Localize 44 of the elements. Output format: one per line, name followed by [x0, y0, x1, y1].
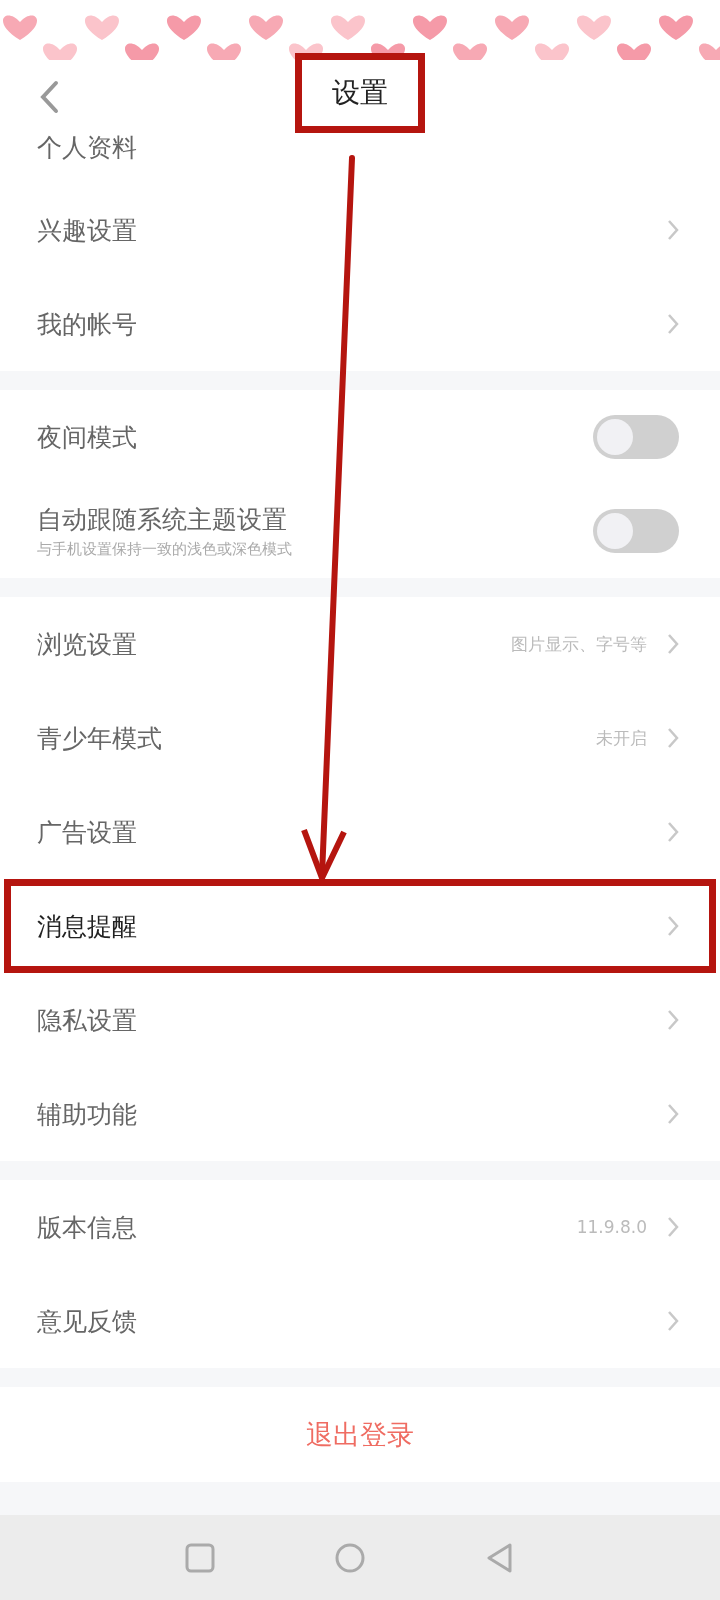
settings-row[interactable]: 青少年模式 未开启 — [4, 691, 716, 785]
row-label: 版本信息 — [37, 1211, 138, 1244]
logout-button[interactable]: 退出登录 — [300, 1415, 420, 1454]
page-title: 设置 — [295, 53, 425, 133]
settings-row[interactable]: 自动跟随系统主题设置 与手机设置保持一致的浅色或深色模式 — [4, 484, 716, 578]
toggle-switch[interactable] — [593, 509, 679, 553]
settings-row[interactable]: 消息提醒 — [4, 879, 716, 973]
row-value: 未开启 — [596, 726, 647, 750]
row-label: 夜间模式 — [37, 421, 138, 454]
row-label: 自动跟随系统主题设置 — [37, 504, 288, 536]
chevron-icon — [667, 1216, 679, 1238]
row-label: 个人资料 — [37, 133, 138, 164]
row-subtitle: 与手机设置保持一致的浅色或深色模式 — [37, 540, 293, 559]
settings-row[interactable]: 辅助功能 — [4, 1067, 716, 1161]
chevron-icon — [667, 1310, 679, 1332]
row-label: 意见反馈 — [37, 1305, 138, 1338]
row-label: 浏览设置 — [37, 628, 138, 661]
chevron-icon — [667, 633, 679, 655]
row-label: 青少年模式 — [37, 722, 163, 755]
settings-row[interactable]: 隐私设置 — [4, 973, 716, 1067]
settings-row[interactable]: 浏览设置 图片显示、字号等 — [4, 597, 716, 691]
chevron-icon — [667, 821, 679, 843]
settings-row[interactable]: 我的帐号 — [4, 277, 716, 371]
row-label: 辅助功能 — [37, 1098, 138, 1131]
settings-row[interactable]: 兴趣设置 — [4, 183, 716, 277]
chevron-icon — [667, 313, 679, 335]
row-value: 11.9.8.0 — [576, 1217, 647, 1237]
row-value: 图片显示、字号等 — [511, 632, 647, 656]
back-icon[interactable] — [38, 80, 60, 114]
settings-row[interactable]: 版本信息 11.9.8.0 — [4, 1180, 716, 1274]
settings-row[interactable]: 夜间模式 — [4, 390, 716, 484]
settings-row[interactable]: 意见反馈 — [4, 1274, 716, 1368]
row-label: 消息提醒 — [37, 910, 138, 943]
row-label: 兴趣设置 — [37, 214, 138, 247]
chevron-icon — [667, 727, 679, 749]
toggle-switch[interactable] — [593, 415, 679, 459]
row-label: 我的帐号 — [37, 308, 138, 341]
chevron-icon — [667, 1103, 679, 1125]
row-label: 广告设置 — [37, 816, 138, 849]
chevron-icon — [667, 219, 679, 241]
settings-row[interactable]: 广告设置 — [4, 785, 716, 879]
row-label: 隐私设置 — [37, 1004, 138, 1037]
chevron-icon — [667, 915, 679, 937]
chevron-icon — [667, 1009, 679, 1031]
